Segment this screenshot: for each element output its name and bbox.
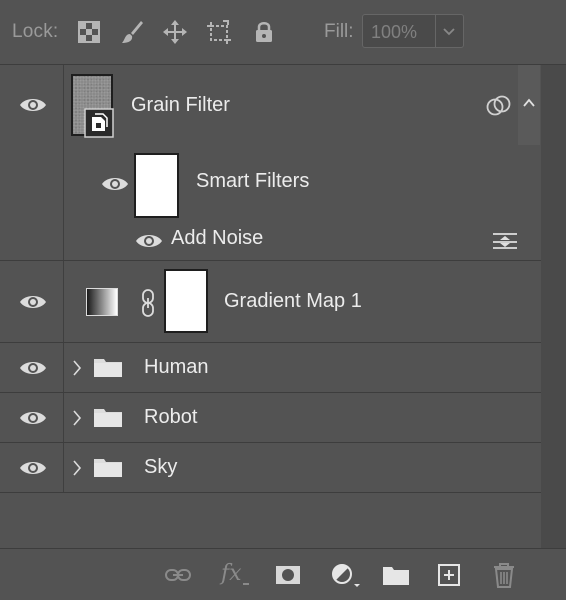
layers-panel: Lock: Fill: 100% Grain Filter Smart Filt… bbox=[0, 0, 566, 600]
add-noise-eye-icon[interactable] bbox=[135, 232, 163, 250]
layer-name[interactable]: Sky bbox=[144, 456, 177, 479]
layer-row-human[interactable]: Human bbox=[0, 343, 541, 393]
layer-row-robot[interactable]: Robot bbox=[0, 393, 541, 443]
layer-name[interactable]: Human bbox=[144, 356, 208, 379]
chevron-up-icon[interactable] bbox=[522, 97, 536, 109]
adjustment-layer-icon[interactable] bbox=[330, 562, 362, 588]
lock-all-icon[interactable] bbox=[251, 18, 277, 46]
lock-transparent-pixels-icon[interactable] bbox=[76, 18, 102, 46]
layer-mask-thumbnail[interactable] bbox=[164, 269, 208, 333]
eye-icon[interactable] bbox=[19, 409, 47, 427]
filter-blending-options-icon[interactable] bbox=[491, 231, 519, 251]
smart-filters-eye-icon[interactable] bbox=[101, 175, 129, 193]
layer-name[interactable]: Grain Filter bbox=[131, 94, 230, 117]
chevron-right-icon[interactable] bbox=[72, 459, 82, 477]
layer-row-sky[interactable]: Sky bbox=[0, 443, 541, 493]
add-mask-icon[interactable] bbox=[274, 562, 302, 588]
fill-opacity-field[interactable]: 100% bbox=[362, 14, 464, 48]
layers-bottom-toolbar: fx bbox=[0, 548, 566, 600]
smart-filters-label[interactable]: Smart Filters bbox=[196, 170, 309, 193]
fill-label: Fill: bbox=[324, 21, 354, 42]
folder-icon bbox=[94, 359, 122, 377]
chain-link-icon[interactable] bbox=[140, 288, 156, 318]
lock-toolbar: Lock: Fill: 100% bbox=[0, 0, 566, 65]
layer-name[interactable]: Gradient Map 1 bbox=[224, 290, 362, 313]
fx-dropdown-mark bbox=[243, 583, 249, 585]
eye-icon[interactable] bbox=[19, 359, 47, 377]
smart-object-badge-icon bbox=[84, 108, 114, 138]
layer-name[interactable]: Robot bbox=[144, 406, 197, 429]
lock-position-icon[interactable] bbox=[162, 18, 188, 46]
smart-filters-mask-thumbnail[interactable] bbox=[134, 153, 179, 218]
eye-icon[interactable] bbox=[19, 459, 47, 477]
delete-layer-icon[interactable] bbox=[490, 562, 518, 588]
folder-icon bbox=[94, 409, 122, 427]
link-layers-icon[interactable] bbox=[164, 562, 192, 588]
layer-style-fx-icon[interactable]: fx bbox=[219, 561, 253, 588]
gradient-map-adjustment-icon[interactable] bbox=[86, 288, 118, 316]
layer-row-gradient-map[interactable]: Gradient Map 1 bbox=[0, 261, 541, 343]
lock-label: Lock: bbox=[12, 21, 59, 42]
fill-value[interactable]: 100% bbox=[371, 22, 417, 43]
new-group-icon[interactable] bbox=[381, 562, 411, 588]
collapse-effects-area[interactable] bbox=[518, 65, 540, 145]
smart-object-link-icon bbox=[486, 95, 511, 116]
folder-icon bbox=[94, 459, 122, 477]
fill-divider bbox=[435, 15, 436, 47]
chevron-down-icon[interactable] bbox=[441, 23, 457, 39]
new-layer-icon[interactable] bbox=[436, 562, 464, 588]
chevron-right-icon[interactable] bbox=[72, 359, 82, 377]
filter-name[interactable]: Add Noise bbox=[171, 227, 263, 250]
layer-row-grain-filter[interactable]: Grain Filter Smart Filters Add Noise bbox=[0, 65, 541, 261]
lock-artboard-icon[interactable] bbox=[206, 18, 232, 46]
scrollbar-track[interactable] bbox=[541, 65, 566, 548]
lock-image-pixels-icon[interactable] bbox=[119, 18, 145, 46]
eye-icon[interactable] bbox=[19, 96, 47, 114]
chevron-right-icon[interactable] bbox=[72, 409, 82, 427]
fx-label: fx bbox=[221, 561, 242, 586]
eye-icon[interactable] bbox=[19, 293, 47, 311]
